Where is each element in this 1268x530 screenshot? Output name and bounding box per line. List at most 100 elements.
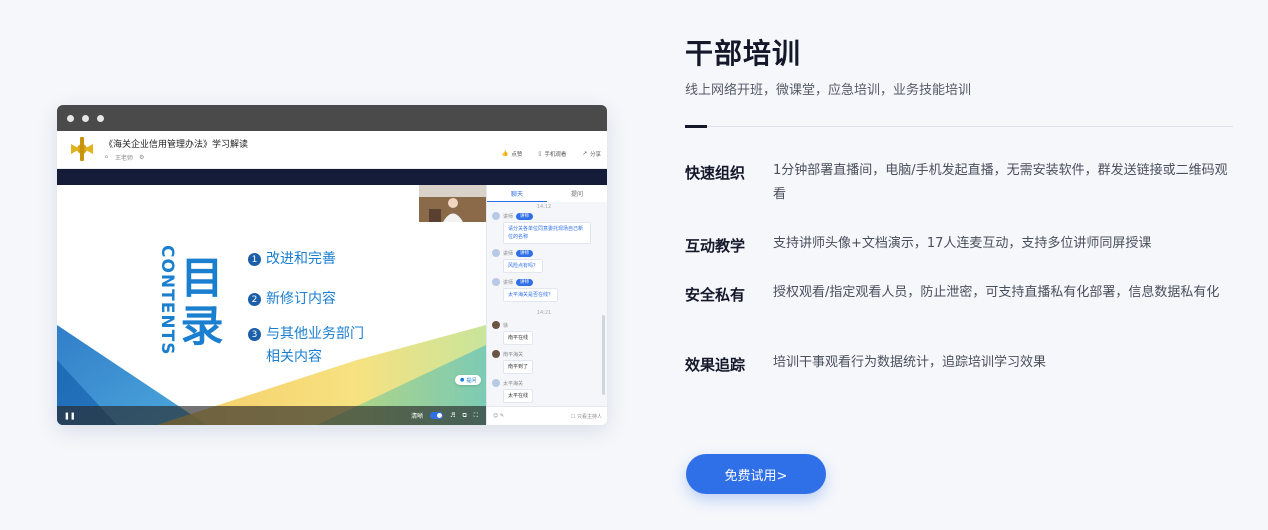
- role-badge: 讲师: [516, 249, 534, 257]
- message-user: 南平海关: [503, 351, 524, 358]
- message-user: 太平海关: [503, 380, 524, 387]
- pip-icon[interactable]: ⧉: [463, 412, 467, 420]
- message-user: 讲师: [503, 279, 514, 286]
- message-bubble: 太平在线: [503, 389, 534, 403]
- thumb-up-icon: 👍: [501, 151, 509, 157]
- live-classroom-preview: 《海关企业信用管理办法》学习解读 ⚪ 王老师 ⚙ 👍 点赞 ▯ 手机观看 ↗ 分享: [57, 105, 607, 425]
- window-dot-icon: [82, 114, 89, 122]
- host-only-filter[interactable]: ☐ 只看主持人: [571, 413, 602, 420]
- customs-emblem-icon: [71, 137, 93, 161]
- header-strip: [57, 169, 607, 185]
- chat-message: 讲师 讲师 风险点有吗？: [492, 249, 544, 273]
- feature-desc: 支持讲师头像+文档演示，17人连麦互动，支持多位讲师同屏授课: [773, 236, 1152, 251]
- window-titlebar: [57, 105, 607, 131]
- chat-message: 南平海关 南平到了: [492, 350, 534, 374]
- tab-chat[interactable]: 聊天: [487, 185, 547, 202]
- avatar: [492, 278, 500, 286]
- chat-message: 讲师 讲师 请分关各单位同意委托现场自己新位的名称: [492, 212, 591, 244]
- like-label: 点赞: [511, 152, 523, 158]
- avatar: [492, 350, 500, 358]
- chat-message: 讲师 讲师 太平海关是否在线？: [492, 278, 559, 302]
- player-controls: ❚❚ 清晰 ♬ ⧉ ⛶: [57, 406, 486, 425]
- host-only-label: 只看主持人: [576, 413, 602, 420]
- feature-name: 快速组织: [685, 164, 746, 182]
- message-head: 讲师 讲师: [492, 249, 543, 257]
- feature-desc: 授权观看/指定观看人员，防止泄密，可支持直播私有化部署，信息数据私有化: [773, 285, 1220, 300]
- question-icon: ●: [460, 377, 465, 383]
- pause-icon[interactable]: ❚❚: [64, 412, 76, 420]
- role-badge: 讲师: [516, 212, 534, 220]
- clarity-toggle[interactable]: [430, 412, 444, 419]
- checkbox-icon: ☐: [570, 413, 576, 420]
- divider: [685, 126, 1233, 127]
- message-head: 讲师 讲师: [492, 278, 558, 286]
- header-actions: 👍 点赞 ▯ 手机观看 ↗ 分享: [501, 150, 601, 158]
- message-head: 太平海关: [492, 379, 533, 387]
- chat-message: 太平海关 太平在线: [492, 379, 534, 403]
- slide-contents-word: CONTENTS: [157, 245, 177, 356]
- toc-number: 2: [248, 293, 261, 306]
- lecturer-avatar-icon: [419, 185, 486, 222]
- avatar: [492, 379, 500, 387]
- lecturer-camera[interactable]: [419, 185, 486, 222]
- message-bubble: 风险点有吗？: [503, 259, 544, 273]
- clarity-label: 清晰: [411, 413, 424, 420]
- share-icon: ↗: [582, 151, 587, 157]
- message-user: 讲师: [503, 250, 514, 257]
- window-dot-icon: [67, 114, 74, 122]
- avatar: [492, 249, 500, 257]
- question-chip[interactable]: ● 提问: [455, 375, 482, 385]
- chat-message: 徐 南平在线: [492, 321, 534, 345]
- message-head: 徐: [492, 321, 533, 329]
- feature-name: 效果追踪: [685, 356, 746, 374]
- slide-mulu-heading: 目录: [180, 254, 224, 352]
- message-bubble: 请分关各单位同意委托现场自己新位的名称: [503, 222, 591, 244]
- message-bubble: 南平在线: [503, 331, 534, 345]
- classroom-body: CONTENTS 目录 1 改进和完善 2 新修订内容 3 与其他业务部门 相关…: [57, 185, 607, 425]
- chat-timestamp: 14:12: [536, 204, 552, 210]
- free-trial-button[interactable]: 免费试用>: [686, 454, 826, 494]
- toc-label: 改进和完善: [266, 251, 336, 267]
- mobile-view-label: 手机观看: [544, 152, 567, 158]
- toc-item-2: 2 新修订内容: [248, 288, 336, 310]
- feature-name: 互动教学: [685, 237, 746, 255]
- message-bubble: 太平海关是否在线？: [503, 288, 559, 302]
- course-header: 《海关企业信用管理办法》学习解读 ⚪ 王老师 ⚙ 👍 点赞 ▯ 手机观看 ↗ 分享: [57, 131, 607, 169]
- feature-desc: 1分钟部署直播间，电脑/手机发起直播，无需安装软件，群发送链接或二维码观看: [773, 163, 1228, 202]
- message-head: 南平海关: [492, 350, 533, 358]
- message-user: 徐: [503, 322, 509, 329]
- teacher-name: 王老师: [115, 155, 134, 162]
- toc-label: 新修订内容: [266, 291, 336, 307]
- edit-icon[interactable]: ✎: [500, 413, 504, 419]
- emoji-icon[interactable]: ☺: [493, 413, 498, 419]
- tab-question[interactable]: 提问: [547, 185, 607, 202]
- like-button[interactable]: 👍 点赞: [501, 150, 522, 158]
- share-label: 分享: [589, 152, 601, 158]
- volume-icon[interactable]: ♬: [450, 412, 455, 419]
- toc-number: 1: [248, 253, 261, 266]
- chat-scrollbar[interactable]: [602, 315, 605, 395]
- share-button[interactable]: ↗ 分享: [582, 150, 601, 158]
- divider-accent: [685, 125, 707, 128]
- avatar: [492, 212, 500, 220]
- feature-desc: 培训干事观看行为数据统计，追踪培训学习效果: [773, 355, 1047, 370]
- course-title: 《海关企业信用管理办法》学习解读: [104, 140, 249, 150]
- user-icon: ⚪: [104, 154, 110, 161]
- window-dot-icon: [97, 114, 104, 122]
- chat-panel: 聊天 提问 14:12 讲师 讲师 请分关各单位同意委托现场自己新位的名称 讲师…: [486, 185, 607, 425]
- mobile-view-button[interactable]: ▯ 手机观看: [538, 150, 566, 158]
- chat-footer-tools: ☺ ✎: [493, 413, 504, 419]
- role-badge: 讲师: [516, 278, 534, 286]
- message-head: 讲师 讲师: [492, 212, 591, 220]
- section-title: 干部培训: [685, 37, 802, 70]
- toc-label: 与其他业务部门: [266, 326, 364, 342]
- fullscreen-icon[interactable]: ⛶: [474, 412, 478, 420]
- chat-timestamp: 14:21: [536, 310, 552, 316]
- presentation-slide: CONTENTS 目录 1 改进和完善 2 新修订内容 3 与其他业务部门 相关…: [57, 185, 486, 425]
- player-right-controls: 清晰 ♬ ⧉ ⛶: [411, 411, 478, 421]
- question-chip-label: 提问: [466, 377, 477, 384]
- toc-item-3-sub: 相关内容: [266, 349, 322, 365]
- message-bubble: 南平到了: [503, 360, 534, 374]
- chat-tabs: 聊天 提问: [487, 185, 607, 202]
- avatar: [492, 321, 500, 329]
